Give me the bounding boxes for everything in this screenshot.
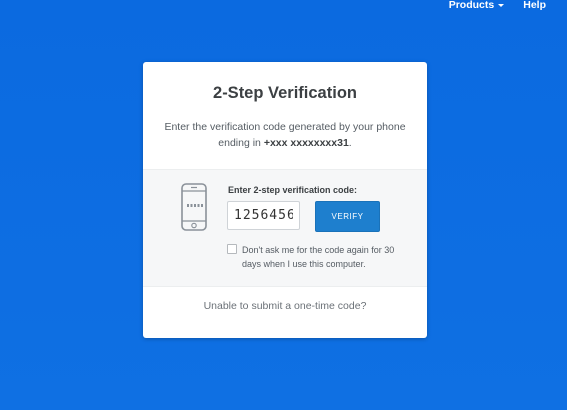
nav-help[interactable]: Help (523, 0, 546, 11)
verification-code-input[interactable] (227, 201, 300, 230)
code-entry-section: Enter 2-step verification code: VERIFY D… (143, 169, 427, 287)
card-description: Enter the verification code generated by… (143, 119, 427, 151)
description-suffix: . (348, 137, 352, 149)
card-title: 2-Step Verification (213, 84, 357, 102)
top-navigation: Products Help (449, 0, 567, 12)
chevron-down-icon (498, 4, 505, 7)
remember-checkbox[interactable] (227, 244, 237, 254)
nav-help-label: Help (523, 0, 546, 11)
nav-products-label: Products (448, 0, 495, 11)
verify-button[interactable]: VERIFY (315, 201, 380, 232)
unable-to-submit-link[interactable]: Unable to submit a one-time code? (143, 300, 427, 312)
nav-products[interactable]: Products (449, 0, 505, 11)
code-label: Enter 2-step verification code: (228, 185, 358, 195)
remember-label[interactable]: Don't ask me for the code again for 30 d… (242, 243, 412, 271)
verification-card: 2-Step Verification Enter the verificati… (143, 62, 427, 338)
phone-number-masked: +xxx xxxxxxxx31 (263, 137, 349, 149)
phone-icon (181, 183, 207, 231)
